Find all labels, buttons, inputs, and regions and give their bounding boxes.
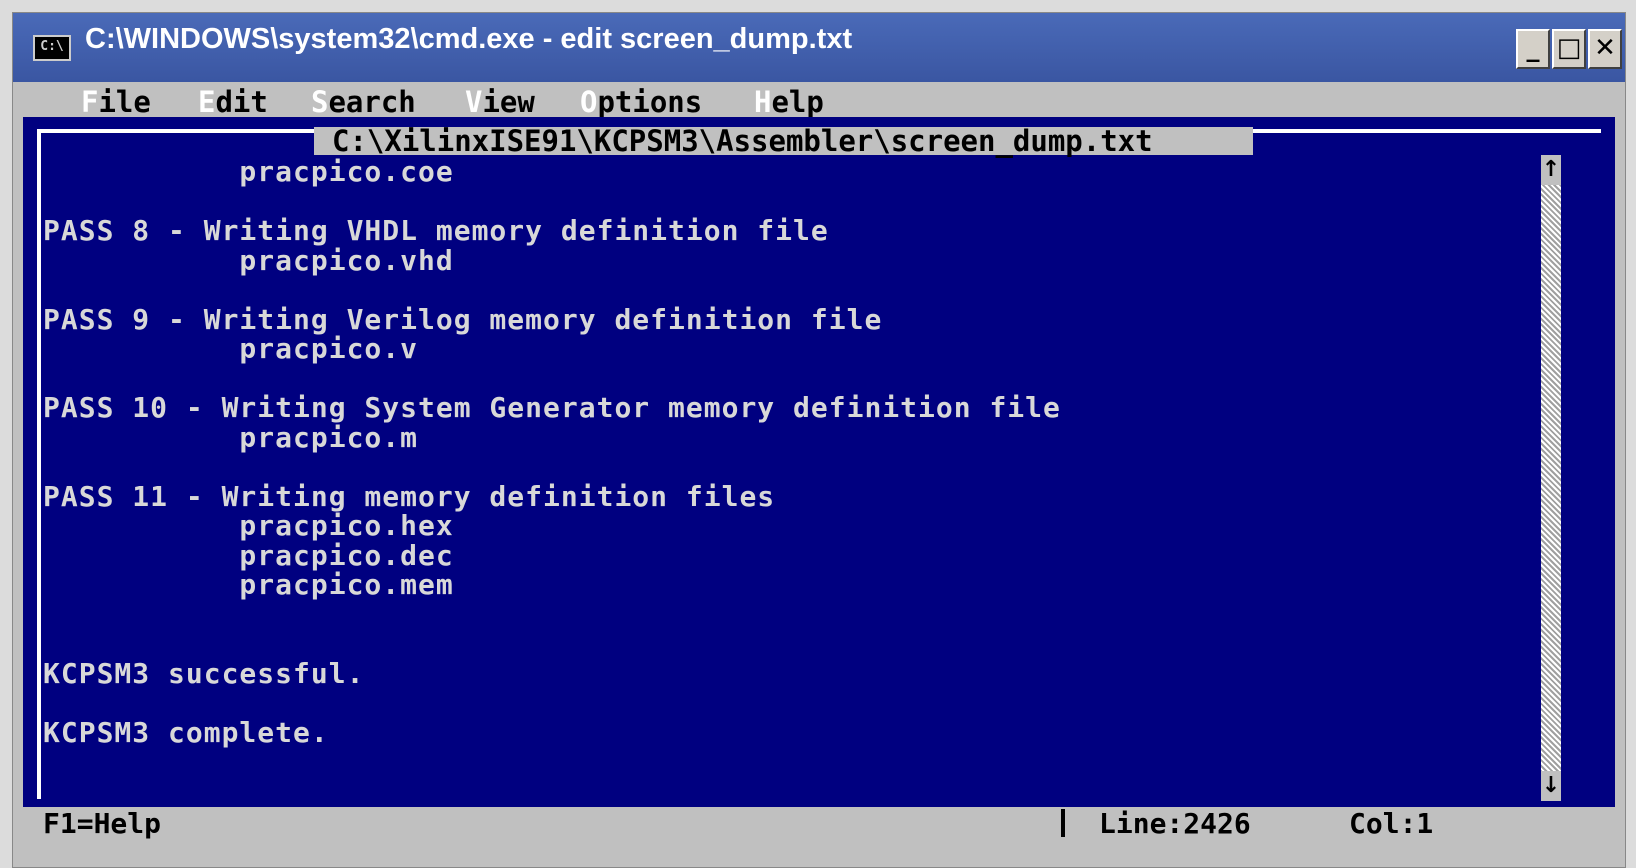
menu-options-hotkey: O xyxy=(580,85,598,119)
text-line: PASS 11 - Writing memory definition file… xyxy=(43,479,776,513)
col-indicator: Col:1 xyxy=(1349,807,1434,840)
vertical-scrollbar[interactable]: ↑ ↓ xyxy=(1541,155,1561,801)
text-line: pracpico.coe xyxy=(43,155,454,188)
close-button[interactable]: ✕ xyxy=(1588,29,1622,69)
menu-search-hotkey: S xyxy=(311,85,329,119)
menu-edit-label: dit xyxy=(215,85,268,119)
menu-view[interactable]: View xyxy=(465,85,535,119)
text-line: PASS 10 - Writing System Generator memor… xyxy=(43,391,1061,424)
scroll-down-icon[interactable]: ↓ xyxy=(1541,771,1561,801)
menu-view-hotkey: V xyxy=(465,85,483,119)
text-line: PASS 8 - Writing VHDL memory definition … xyxy=(43,214,829,247)
menu-bar: File Edit Search View Options Help xyxy=(23,85,1615,119)
minimize-button[interactable]: _ xyxy=(1516,29,1550,69)
text-line: KCPSM3 complete. xyxy=(43,715,329,749)
editor-pane[interactable]: C:\XilinxISE91\KCPSM3\Assembler\screen_d… xyxy=(23,117,1615,807)
text-line: PASS 9 - Writing Verilog memory definiti… xyxy=(43,302,883,336)
menu-options-label: ptions xyxy=(597,85,703,119)
title-bar[interactable]: C:\ C:\WINDOWS\system32\cmd.exe - edit s… xyxy=(13,13,1625,82)
window-title: C:\WINDOWS\system32\cmd.exe - edit scree… xyxy=(85,23,853,55)
maximize-button[interactable]: □ xyxy=(1552,29,1586,69)
cmd-window: C:\ C:\WINDOWS\system32\cmd.exe - edit s… xyxy=(12,12,1626,868)
menu-options[interactable]: Options xyxy=(580,85,703,119)
console-icon[interactable]: C:\ xyxy=(33,35,71,61)
text-content[interactable]: pracpico.coe PASS 8 - Writing VHDL memory… xyxy=(43,155,1533,795)
editor-frame-left xyxy=(37,129,41,799)
menu-help-label: elp xyxy=(771,85,824,119)
text-line: pracpico.vhd xyxy=(43,243,454,277)
line-indicator: Line:2426 xyxy=(1099,807,1251,840)
menu-help[interactable]: Help xyxy=(754,85,824,119)
scroll-up-icon[interactable]: ↑ xyxy=(1541,155,1561,185)
text-line: pracpico.hex xyxy=(43,509,454,542)
menu-view-label: iew xyxy=(482,85,535,119)
menu-file-label: ile xyxy=(98,85,151,119)
status-separator xyxy=(1061,809,1065,837)
text-line: pracpico.mem xyxy=(43,568,454,601)
menu-file[interactable]: File xyxy=(81,85,151,119)
help-hint: F1=Help xyxy=(43,807,162,840)
menu-edit-hotkey: E xyxy=(198,85,216,119)
menu-edit[interactable]: Edit xyxy=(198,85,268,119)
text-line: pracpico.dec xyxy=(43,538,454,572)
menu-help-hotkey: H xyxy=(754,85,772,119)
menu-file-hotkey: F xyxy=(81,85,99,119)
menu-search-label: earch xyxy=(328,85,416,119)
text-line: KCPSM3 successful. xyxy=(43,656,365,690)
text-line: pracpico.v xyxy=(43,332,419,365)
menu-search[interactable]: Search xyxy=(311,85,416,119)
status-bar: F1=Help Line:2426 Col:1 xyxy=(23,807,1615,840)
file-path-label: C:\XilinxISE91\KCPSM3\Assembler\screen_d… xyxy=(314,127,1253,156)
text-line: pracpico.m xyxy=(43,420,419,454)
